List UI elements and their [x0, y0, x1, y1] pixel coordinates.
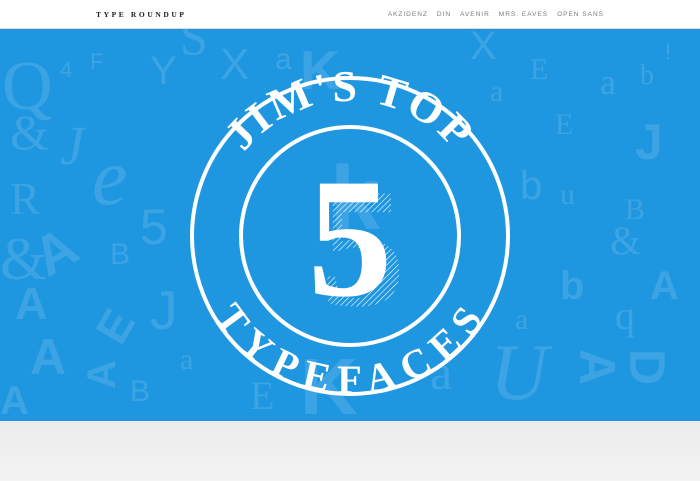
svg-text:A: A	[15, 278, 48, 329]
svg-text:J: J	[60, 115, 87, 176]
nav-link-din[interactable]: DIN	[437, 11, 451, 18]
top-navigation-bar: TYPE ROUNDUP AKZIDENZ DIN AVENIR MRS. EA…	[0, 0, 700, 29]
svg-text:A: A	[80, 360, 124, 389]
nav-link-mrs-eaves[interactable]: MRS. EAVES	[499, 11, 548, 18]
nav-link-avenir[interactable]: AVENIR	[460, 11, 490, 18]
nav-link-akzidenz[interactable]: AKZIDENZ	[388, 11, 428, 18]
svg-text:A: A	[569, 349, 625, 385]
svg-text:E: E	[530, 53, 548, 86]
svg-text:&: &	[610, 218, 641, 263]
svg-text:B: B	[110, 238, 130, 271]
svg-text:X: X	[220, 40, 249, 89]
svg-text:B: B	[130, 375, 150, 408]
svg-text:a: a	[180, 343, 193, 376]
svg-text:E: E	[86, 300, 145, 351]
svg-text:&: &	[10, 104, 49, 160]
main-nav: AKZIDENZ DIN AVENIR MRS. EAVES OPEN SANS	[388, 11, 604, 18]
svg-text:R: R	[10, 174, 40, 224]
svg-text:b: b	[520, 164, 542, 208]
content-area-top	[0, 421, 700, 481]
svg-text:S: S	[180, 29, 208, 65]
site-logo-link[interactable]: TYPE ROUNDUP	[96, 10, 187, 19]
svg-text:A: A	[650, 264, 679, 308]
nav-link-open-sans[interactable]: OPEN SANS	[557, 11, 604, 18]
svg-text:a: a	[275, 43, 292, 76]
svg-text:e: e	[92, 134, 128, 222]
badge-number: 5	[308, 144, 393, 332]
hero-banner: Q 4 F Y S & J e R & A B 5 A A E A J B a …	[0, 29, 700, 421]
svg-text:F: F	[90, 49, 103, 74]
svg-text:a: a	[600, 62, 616, 102]
svg-text:A: A	[30, 329, 66, 385]
svg-text:4: 4	[60, 57, 72, 82]
letter-pattern-background: Q 4 F Y S & J e R & A B 5 A A E A J B a …	[0, 29, 679, 421]
svg-text:!: !	[665, 39, 671, 64]
svg-text:b: b	[560, 264, 584, 308]
svg-text:u: u	[560, 178, 575, 211]
svg-text:b: b	[640, 60, 654, 91]
svg-text:q: q	[615, 293, 635, 338]
svg-text:E: E	[555, 108, 573, 141]
svg-text:D: D	[619, 349, 675, 385]
svg-text:J: J	[635, 114, 663, 170]
svg-text:X: X	[470, 29, 497, 68]
svg-text:5: 5	[140, 199, 168, 255]
svg-text:a: a	[490, 75, 503, 108]
svg-text:U: U	[490, 329, 553, 417]
svg-text:Y: Y	[150, 49, 177, 93]
svg-text:A: A	[0, 379, 29, 421]
svg-text:J: J	[150, 279, 178, 341]
